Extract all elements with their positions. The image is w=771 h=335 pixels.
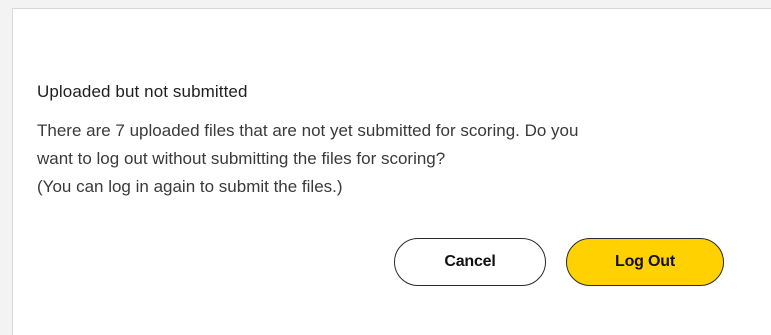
dialog-message-line: There are 7 uploaded files that are not … <box>37 121 579 140</box>
log-out-button[interactable]: Log Out <box>566 238 724 286</box>
logout-confirmation-dialog: Uploaded but not submitted There are 7 u… <box>12 8 771 335</box>
dialog-message-line: want to log out without submitting the f… <box>37 149 446 168</box>
dialog-message-note: (You can log in again to submit the file… <box>37 177 343 196</box>
dialog-title: Uploaded but not submitted <box>37 82 248 101</box>
cancel-button[interactable]: Cancel <box>394 238 546 286</box>
dialog-message: There are 7 uploaded files that are not … <box>37 117 757 201</box>
